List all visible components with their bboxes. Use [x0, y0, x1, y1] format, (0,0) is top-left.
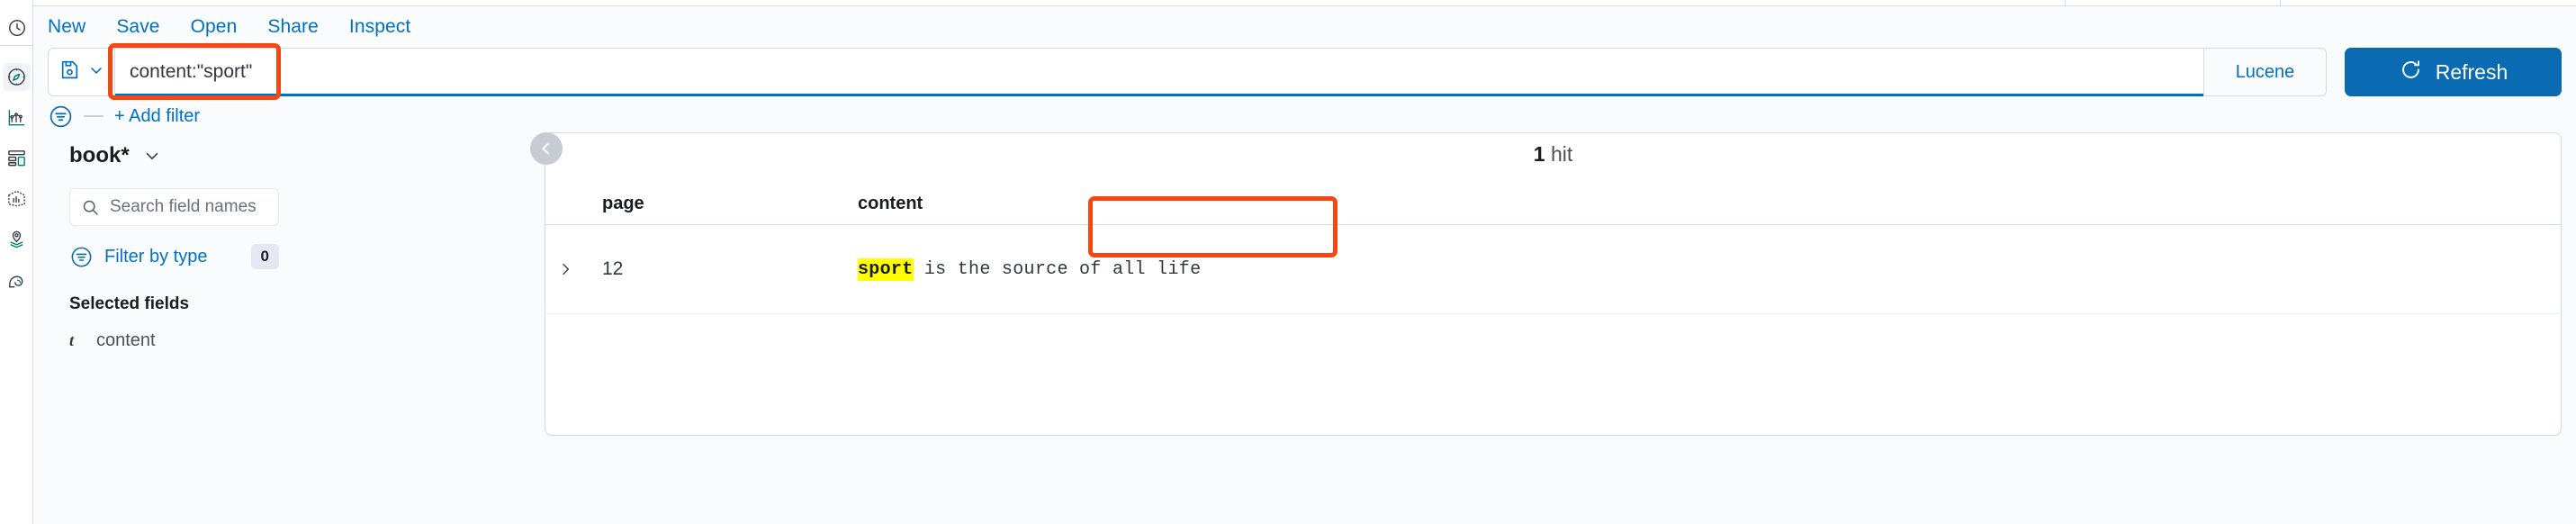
cell-content: sport is the source of all life	[854, 257, 2561, 281]
chrome-divider	[2280, 0, 2281, 6]
table-header-row: page content	[545, 184, 2561, 225]
refresh-button[interactable]: Refresh	[2345, 48, 2562, 96]
cell-page: 12	[602, 258, 624, 279]
filter-bar-dash	[84, 115, 104, 117]
refresh-button-label: Refresh	[2435, 59, 2508, 84]
maps-pin-layers-icon[interactable]	[3, 225, 31, 253]
add-filter-button[interactable]: + Add filter	[114, 106, 200, 127]
index-pattern-selector[interactable]: book*	[69, 143, 301, 168]
discover-compass-icon[interactable]	[3, 63, 31, 91]
filter-funnel-icon[interactable]	[48, 104, 74, 130]
filter-by-type-button[interactable]: Filter by type 0	[69, 244, 279, 270]
browser-chrome-strip	[0, 0, 2576, 6]
field-name-label: content	[96, 330, 156, 351]
field-search-input[interactable]: Search field names	[69, 188, 279, 226]
field-type-string-icon: t	[69, 331, 75, 350]
chevron-left-circle-icon	[537, 140, 555, 158]
recently-viewed-clock-icon[interactable]	[3, 14, 31, 41]
hit-count-number: 1	[1533, 142, 1545, 166]
hit-count-label: hit	[1550, 142, 1573, 166]
chevron-down-icon	[142, 146, 162, 166]
query-input[interactable]: content:"sport"	[115, 61, 252, 83]
field-search-placeholder: Search field names	[110, 197, 257, 216]
query-input-wrapper[interactable]: content:"sport"	[115, 49, 2203, 96]
search-icon	[81, 198, 100, 217]
machine-learning-icon[interactable]	[3, 266, 31, 294]
query-language-label: Lucene	[2235, 61, 2295, 82]
nav-open[interactable]: Open	[176, 13, 253, 41]
filter-funnel-icon	[69, 245, 94, 269]
table-row[interactable]: 12 sport is the source of all life	[545, 225, 2561, 314]
search-term-highlight: sport	[858, 257, 914, 281]
filter-bar: + Add filter	[48, 96, 2562, 136]
chrome-divider	[2065, 0, 2066, 6]
discover-app: New Save Open Share Inspect content:"spo…	[33, 6, 2576, 524]
dashboard-icon[interactable]	[3, 144, 31, 172]
field-sidebar: book* Search field names Filter by type …	[48, 136, 301, 524]
save-disk-icon	[59, 59, 81, 86]
chevron-down-icon	[87, 61, 105, 84]
query-language-switcher[interactable]: Lucene	[2203, 49, 2326, 95]
column-header-page[interactable]: page	[584, 194, 854, 214]
filter-by-type-label: Filter by type	[104, 246, 208, 267]
documents-table: page content 12 sport is the source of a…	[545, 184, 2561, 314]
cell-content-rest: is the source of all life	[913, 258, 1202, 280]
expand-row-button[interactable]	[545, 260, 584, 278]
query-bar: content:"sport" Lucene	[48, 43, 2327, 100]
nav-save[interactable]: Save	[101, 13, 175, 41]
sidebar-field-content[interactable]: t content	[69, 330, 301, 351]
nav-inspect[interactable]: Inspect	[334, 13, 426, 41]
index-pattern-name: book*	[69, 143, 130, 167]
top-nav-menu: New Save Open Share Inspect	[33, 6, 2576, 48]
visualize-chart-icon[interactable]	[3, 104, 31, 131]
nav-share[interactable]: Share	[252, 13, 334, 41]
discover-results-panel: 1 hit page content 12 sport is the sourc…	[545, 132, 2562, 436]
refresh-icon	[2399, 58, 2423, 86]
column-header-content[interactable]: content	[854, 194, 2561, 214]
cell-content-text: sport is the source of all life	[858, 257, 1202, 281]
selected-fields-heading: Selected fields	[69, 294, 190, 314]
nav-new[interactable]: New	[48, 13, 101, 41]
rail-divider	[0, 45, 33, 46]
chevron-right-icon	[556, 260, 574, 278]
canvas-icon[interactable]	[3, 185, 31, 212]
collapse-sidebar-button[interactable]	[530, 132, 563, 165]
primary-navigation-rail	[0, 0, 33, 524]
hit-count: 1 hit	[545, 142, 2561, 167]
filter-by-type-count-badge: 0	[250, 244, 279, 270]
query-bar-row: content:"sport" Lucene Refresh	[48, 43, 2562, 100]
saved-query-menu-button[interactable]	[49, 49, 115, 95]
